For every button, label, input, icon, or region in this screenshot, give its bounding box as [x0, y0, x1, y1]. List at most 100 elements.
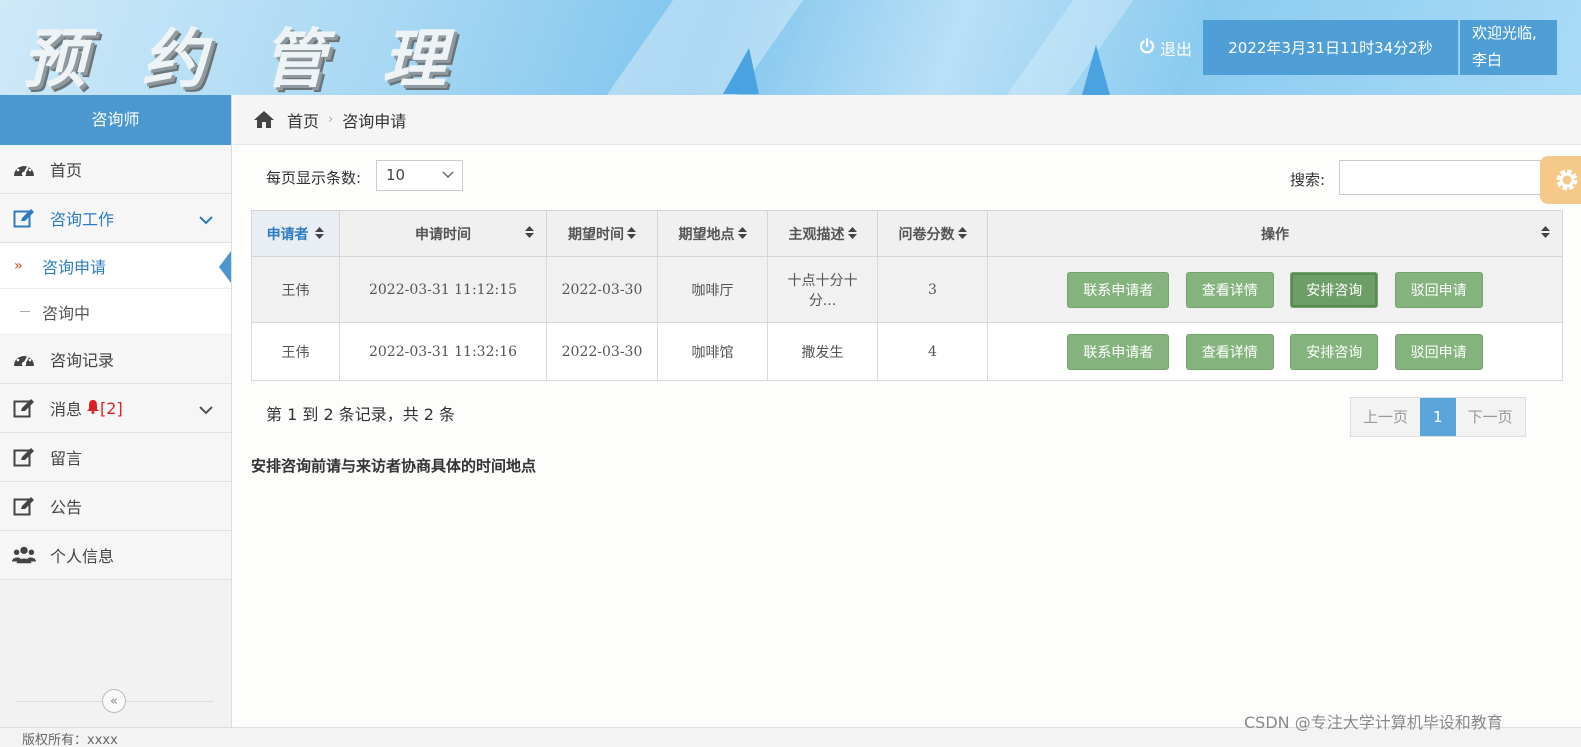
description-line: 分...	[808, 292, 837, 309]
sort-icon	[957, 226, 967, 243]
sidebar-subitem-consulting[interactable]: 咨询中	[0, 289, 231, 335]
sort-icon	[847, 226, 857, 243]
tree-dash	[20, 311, 30, 312]
col-apply-time[interactable]: 申请时间	[339, 210, 547, 257]
view-details-button[interactable]: 查看详情	[1185, 333, 1274, 370]
arrange-consult-button[interactable]: 安排咨询	[1290, 333, 1379, 370]
dashboard-icon	[12, 347, 36, 371]
power-icon	[1138, 37, 1156, 59]
sidebar-item-home[interactable]: 首页	[0, 145, 231, 194]
sidebar-collapse-button[interactable]: «	[102, 689, 126, 713]
sidebar-item-consult-work[interactable]: 咨询工作	[0, 194, 231, 243]
sort-icon	[525, 226, 534, 242]
app-logo: 预约管理	[22, 22, 502, 95]
col-score-label: 问卷分数	[898, 226, 955, 243]
sidebar-item-comments[interactable]: 留言	[0, 433, 231, 482]
breadcrumb: 首页 › 咨询申请	[233, 95, 1581, 145]
col-expect-time[interactable]: 期望时间	[546, 210, 658, 257]
active-indicator	[219, 251, 231, 283]
col-expect-time-label: 期望时间	[568, 226, 624, 243]
view-details-button[interactable]: 查看详情	[1185, 271, 1274, 308]
contact-applicant-button[interactable]: 联系申请者	[1067, 333, 1170, 370]
cell-place: 咖啡厅	[657, 256, 768, 323]
records-info: 第 1 到 2 条记录，共 2 条	[266, 405, 456, 424]
welcome-text: 欢迎光临,	[1472, 24, 1537, 42]
cell-place: 咖啡馆	[657, 322, 768, 381]
contact-applicant-button[interactable]: 联系申请者	[1067, 271, 1170, 308]
table-row: 王伟 2022-03-31 11:12:15 2022-03-30 咖啡厅 十点…	[251, 256, 1563, 323]
sidebar-item-label: 个人信息	[50, 547, 115, 566]
gear-icon	[1554, 167, 1580, 193]
cell-description: 撒发生	[767, 322, 878, 381]
edit-icon	[12, 494, 36, 518]
edit-icon	[12, 445, 36, 469]
cell-actions: 联系申请者 查看详情 安排咨询 驳回申请	[987, 322, 1563, 381]
sort-icon	[311, 226, 325, 243]
sidebar-item-label: 公告	[50, 498, 83, 517]
col-expect-place[interactable]: 期望地点	[657, 210, 768, 257]
message-count-badge: [2]	[100, 398, 123, 418]
sidebar-subitem-consult-apply[interactable]: » 咨询申请	[0, 243, 231, 289]
double-arrow-icon: »	[14, 257, 23, 274]
cell-apply-time: 2022-03-31 11:12:15	[339, 256, 547, 323]
sidebar-item-profile[interactable]: 个人信息	[0, 531, 231, 580]
sidebar-item-records[interactable]: 咨询记录	[0, 335, 231, 384]
col-actions[interactable]: 操作	[987, 210, 1563, 257]
description-line: 十点十分十	[787, 272, 858, 289]
sidebar-item-messages[interactable]: 消息 [2]	[0, 384, 231, 433]
col-expect-place-label: 期望地点	[678, 226, 735, 243]
col-score[interactable]: 问卷分数	[877, 210, 988, 257]
edit-icon	[12, 206, 36, 230]
app-header: 预约管理 退出 2022年3月31日11时34分2秒 欢迎光临, 李白	[0, 0, 1581, 95]
col-description[interactable]: 主观描述	[767, 210, 878, 257]
dashboard-icon	[12, 157, 36, 181]
sidebar-subitem-label: 咨询中	[42, 303, 91, 323]
page-size-select[interactable]: 10	[376, 160, 463, 191]
page-size-label: 每页显示条数:	[266, 169, 362, 187]
cell-score: 4	[877, 322, 988, 381]
sidebar-item-announcements[interactable]: 公告	[0, 482, 231, 531]
sidebar-title: 咨询师	[0, 95, 231, 145]
cell-apply-time: 2022-03-31 11:32:16	[339, 322, 547, 381]
watermark: CSDN @专注大学计算机毕设和教育	[1244, 713, 1503, 732]
reject-application-button[interactable]: 驳回申请	[1394, 333, 1483, 370]
datetime-display: 2022年3月31日11时34分2秒	[1203, 20, 1459, 75]
cell-applicant: 王伟	[251, 322, 340, 381]
table-row: 王伟 2022-03-31 11:32:16 2022-03-30 咖啡馆 撒发…	[251, 322, 1563, 381]
sort-icon	[627, 226, 636, 243]
col-applicant-label: 申请者	[266, 226, 309, 243]
cell-score: 3	[877, 256, 988, 323]
edit-icon	[12, 396, 36, 420]
cell-actions: 联系申请者 查看详情 安排咨询 驳回申请	[987, 256, 1563, 323]
cell-description: 十点十分十 分...	[767, 256, 878, 323]
arrange-consult-button[interactable]: 安排咨询	[1290, 271, 1379, 308]
logout-button[interactable]: 退出	[1138, 36, 1192, 60]
next-page-button[interactable]: 下一页	[1455, 398, 1525, 436]
main-content: 每页显示条数: 10 搜索: 申请者 申请时间 期望时间 期望地点 主观描述 问…	[233, 146, 1581, 727]
sidebar-subitem-label: 咨询申请	[42, 257, 107, 277]
page-size-value: 10	[386, 166, 406, 184]
page-1-button[interactable]: 1	[1420, 398, 1456, 436]
cell-expect-time: 2022-03-30	[546, 256, 658, 323]
col-description-label: 主观描述	[788, 226, 845, 243]
reject-application-button[interactable]: 驳回申请	[1394, 271, 1483, 308]
sidebar: 咨询师 首页 咨询工作 » 咨询申请 咨询中 咨询记录 消息 [2] 留言 公告…	[0, 95, 232, 727]
username: 李白	[1472, 51, 1503, 69]
chevron-right-icon: ›	[328, 112, 334, 127]
col-applicant[interactable]: 申请者	[251, 210, 340, 257]
cell-expect-time: 2022-03-30	[546, 322, 658, 381]
sort-icon	[1541, 226, 1550, 242]
logout-label: 退出	[1160, 40, 1193, 59]
prev-page-button[interactable]: 上一页	[1351, 398, 1421, 436]
settings-gear-button[interactable]	[1540, 156, 1581, 204]
breadcrumb-current: 咨询申请	[342, 111, 407, 131]
bell-icon	[86, 399, 100, 418]
col-apply-time-label: 申请时间	[415, 226, 471, 243]
applications-table: 申请者 申请时间 期望时间 期望地点 主观描述 问卷分数 操作 王伟 2022-…	[251, 210, 1563, 381]
users-icon	[12, 543, 36, 567]
search-input[interactable]	[1339, 160, 1549, 195]
arrangement-note: 安排咨询前请与来访者协商具体的时间地点	[251, 457, 537, 475]
sidebar-item-label: 留言	[50, 449, 83, 468]
cell-applicant: 王伟	[251, 256, 340, 323]
breadcrumb-home-link[interactable]: 首页	[287, 108, 319, 132]
